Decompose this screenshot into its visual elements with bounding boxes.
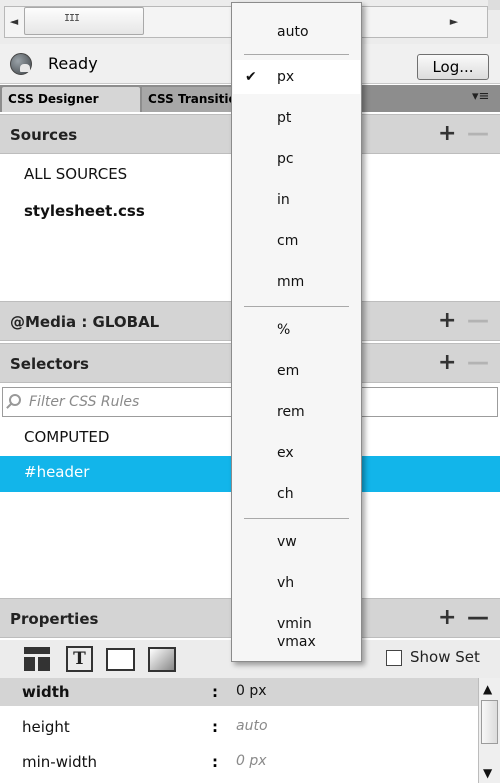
menu-item-vh[interactable]: vh (233, 566, 360, 600)
tab-css-designer[interactable]: CSS Designer (2, 87, 140, 112)
sources-title: Sources (10, 126, 78, 144)
properties-scrollbar[interactable]: ▲ ▼ (478, 678, 500, 783)
checkmark-icon: ✔ (245, 69, 257, 85)
menu-separator (244, 518, 349, 519)
property-name: height (22, 718, 70, 736)
add-source-icon[interactable]: + (438, 121, 456, 146)
menu-item-ex[interactable]: ex (233, 436, 360, 470)
menu-separator (244, 306, 349, 307)
log-button[interactable]: Log... (417, 54, 489, 80)
add-property-icon[interactable]: + (438, 605, 456, 630)
scrollbar-grip-icon: III (64, 13, 80, 24)
server-status-icon (10, 53, 32, 75)
add-media-icon[interactable]: + (438, 308, 456, 333)
menu-item-rem[interactable]: rem (233, 395, 360, 429)
menu-separator (244, 54, 349, 55)
property-row-width[interactable]: width : 0 px (0, 678, 478, 706)
show-set-checkbox[interactable] (386, 650, 402, 666)
unit-dropdown-menu: auto ✔ px pt pc in cm mm % em rem ex ch … (231, 2, 362, 662)
remove-selector-icon[interactable]: — (467, 350, 489, 375)
property-row-height[interactable]: height : auto (0, 713, 478, 741)
source-item-all[interactable]: ALL SOURCES (24, 165, 127, 183)
remove-media-icon[interactable]: — (467, 308, 489, 333)
menu-item-em[interactable]: em (233, 354, 360, 388)
selectors-title: Selectors (10, 355, 89, 373)
background-category-icon[interactable] (148, 647, 176, 672)
scrollbar-thumb[interactable] (481, 700, 498, 744)
menu-item-vw[interactable]: vw (233, 525, 360, 559)
menu-item-cm[interactable]: cm (233, 224, 360, 258)
menu-item-ch[interactable]: ch (233, 477, 360, 511)
menu-item-auto[interactable]: auto (233, 15, 360, 49)
property-colon: : (212, 718, 218, 736)
property-colon: : (212, 753, 218, 771)
border-category-icon[interactable] (106, 648, 135, 671)
selector-item-computed[interactable]: COMPUTED (24, 428, 109, 446)
remove-source-icon[interactable]: — (467, 121, 489, 146)
menu-item-pt[interactable]: pt (233, 101, 360, 135)
scroll-up-arrow-icon[interactable]: ▲ (483, 682, 492, 696)
status-text: Ready (48, 54, 98, 73)
property-row-min-width[interactable]: min-width : 0 px (0, 748, 478, 776)
show-set-label: Show Set (410, 648, 480, 666)
scroll-down-arrow-icon[interactable]: ▼ (483, 766, 492, 780)
layout-category-icon[interactable] (24, 647, 50, 671)
menu-item-in[interactable]: in (233, 183, 360, 217)
property-name: width (22, 683, 70, 701)
source-item-stylesheet[interactable]: stylesheet.css (24, 202, 145, 220)
remove-property-icon[interactable]: — (467, 605, 489, 630)
scrollbar-corner (488, 0, 500, 10)
menu-item-px[interactable]: ✔ px (233, 60, 360, 94)
scroll-left-arrow-icon[interactable]: ◄ (4, 10, 24, 34)
properties-title: Properties (10, 610, 99, 628)
scrollbar-thumb[interactable] (24, 7, 144, 35)
tab-css-transitions[interactable]: CSS Transitions (142, 87, 242, 112)
property-colon: : (212, 683, 218, 701)
property-value[interactable]: 0 px (236, 753, 267, 769)
menu-item-percent[interactable]: % (233, 313, 360, 347)
media-title: @Media : GLOBAL (10, 313, 160, 331)
search-icon (9, 394, 21, 406)
panel-menu-icon[interactable]: ▾≡ (472, 89, 489, 104)
scroll-right-arrow-icon[interactable]: ► (444, 10, 464, 34)
menu-item-pc[interactable]: pc (233, 142, 360, 176)
text-category-icon[interactable]: T (66, 646, 93, 672)
property-value[interactable]: auto (236, 718, 268, 734)
menu-item-vmax[interactable]: vmax (233, 625, 360, 659)
add-selector-icon[interactable]: + (438, 350, 456, 375)
property-value[interactable]: 0 px (236, 683, 267, 699)
selector-item-label: #header (24, 463, 90, 481)
property-name: min-width (22, 753, 98, 771)
menu-item-mm[interactable]: mm (233, 265, 360, 299)
